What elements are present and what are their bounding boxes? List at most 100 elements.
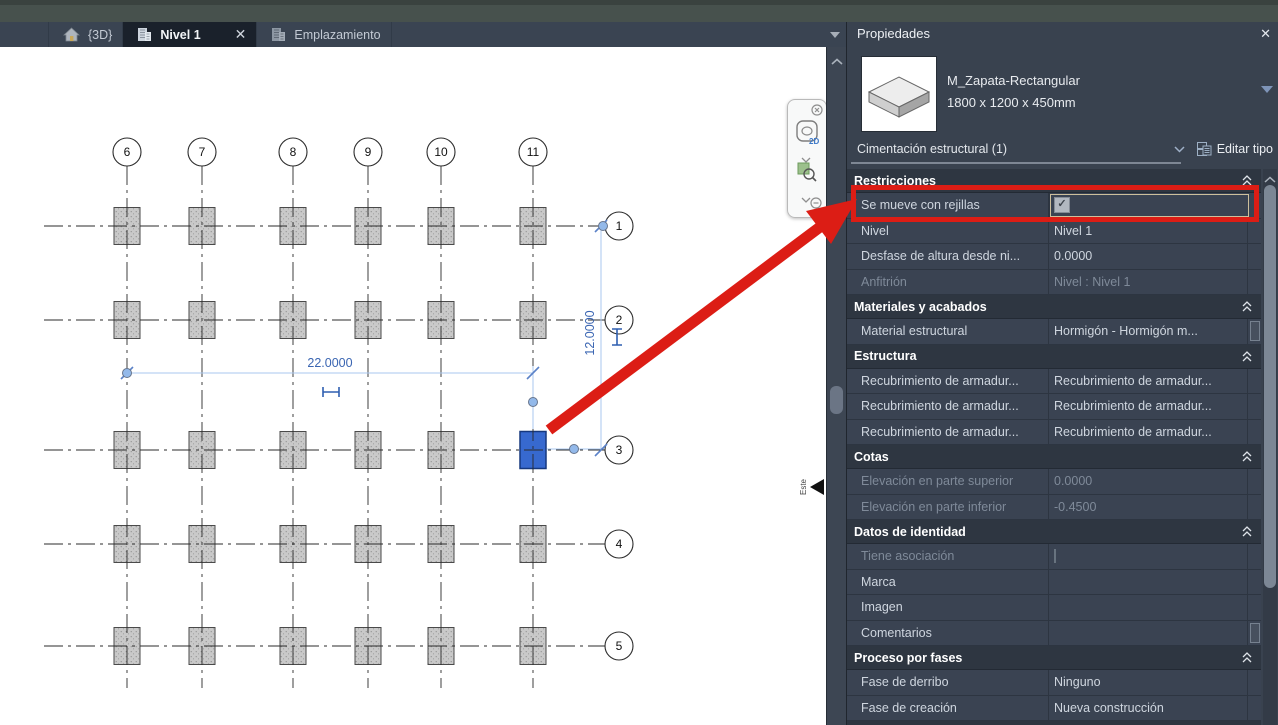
- steering-wheel-2d-icon[interactable]: 2D: [796, 120, 820, 151]
- edit-type-icon[interactable]: [1196, 141, 1212, 156]
- browse-button[interactable]: [1247, 620, 1261, 645]
- type-name: M_Zapata-Rectangular: [947, 73, 1080, 88]
- section-header-cotas[interactable]: Cotas: [847, 445, 1261, 469]
- property-label: Fase de creación: [847, 695, 1049, 720]
- type-selector-dropdown-icon[interactable]: [1261, 86, 1273, 93]
- collapse-chevrons-icon[interactable]: [1242, 350, 1252, 362]
- panel-close-icon[interactable]: ✕: [1260, 26, 1271, 42]
- row-end-cell: [1247, 244, 1261, 269]
- grid-bubble-label: 10: [434, 145, 448, 159]
- ribbon-bottom-strip: [0, 0, 1278, 22]
- drag-handle[interactable]: [528, 397, 538, 407]
- tab-list-chevron-icon[interactable]: [830, 32, 840, 38]
- property-value[interactable]: Hormigón - Hormigón m...: [1049, 324, 1247, 338]
- section-header-proceso-por-fases[interactable]: Proceso por fases: [847, 646, 1261, 670]
- dimension-text-horizontal[interactable]: 22.0000: [307, 356, 352, 370]
- category-selector[interactable]: Cimentación estructural (1): [857, 142, 1007, 156]
- collapse-chevrons-icon[interactable]: [1242, 652, 1252, 663]
- property-value: 0.0000: [1054, 474, 1093, 489]
- property-row-recubrimiento-de-armadur: Recubrimiento de armadur... Recubrimiento…: [847, 419, 1261, 445]
- home-icon: [63, 27, 80, 42]
- browse-button[interactable]: [1247, 319, 1261, 344]
- navbar-collapse-icon[interactable]: [810, 196, 822, 214]
- row-end-cell: [1247, 569, 1261, 594]
- property-label: Se mueve con rejillas: [847, 193, 1049, 218]
- grid-bubble-label: 1: [616, 219, 623, 233]
- selector-chevron-down-icon[interactable]: [1174, 142, 1185, 156]
- property-value[interactable]: 0.0000: [1049, 249, 1247, 263]
- row-end-cell: [1247, 595, 1261, 620]
- property-label: Recubrimiento de armadur...: [847, 368, 1049, 393]
- dimension-text-vertical[interactable]: 12.0000: [583, 310, 597, 355]
- properties-scrollbar[interactable]: [1263, 169, 1277, 725]
- grid-bubble-label: 3: [616, 443, 623, 457]
- scroll-up-icon[interactable]: [1264, 173, 1276, 183]
- canvas-scrollbar[interactable]: [826, 47, 847, 725]
- view-tab-emplazamiento[interactable]: Emplazamiento: [257, 22, 392, 47]
- view-tab-nivel-1[interactable]: Nivel 1 ✕: [123, 22, 258, 47]
- property-label: Recubrimiento de armadur...: [847, 419, 1049, 444]
- checkbox-field[interactable]: ✓: [1050, 194, 1249, 217]
- property-label: Fase de derribo: [847, 670, 1049, 695]
- collapse-chevrons-icon[interactable]: [1242, 301, 1252, 312]
- property-row-imagen: Imagen: [847, 595, 1261, 621]
- property-label: Material estructural: [847, 319, 1049, 344]
- row-end-cell: [1247, 368, 1261, 393]
- property-label: Anfitrión: [847, 269, 1049, 294]
- property-row-fase-de-creacion: Fase de creación Nueva construcción: [847, 695, 1261, 721]
- zoom-region-icon[interactable]: [797, 162, 817, 187]
- view-tab-3d[interactable]: {3D}: [48, 22, 124, 47]
- property-value[interactable]: Recubrimiento de armadur...: [1049, 399, 1247, 413]
- browse-button-face[interactable]: [1249, 321, 1260, 342]
- edit-type-button[interactable]: Editar tipo: [1217, 142, 1273, 156]
- collapse-chevrons-icon[interactable]: [1242, 175, 1252, 186]
- drawing-canvas[interactable]: 6 7 8 9 10 11 1 2 3 4 5 22.0000 12.0000 Este 2D: [0, 47, 847, 725]
- selector-divider: [851, 162, 1181, 164]
- property-value: Nivel : Nivel 1: [1054, 274, 1131, 289]
- property-value[interactable]: Nivel 1: [1049, 224, 1247, 238]
- footing-isometric-thumbnail: [867, 76, 931, 118]
- section-header-materiales-y-acabados[interactable]: Materiales y acabados: [847, 295, 1261, 319]
- navbar-close-icon[interactable]: [811, 103, 823, 121]
- row-end-cell: [1247, 494, 1261, 519]
- section-title: Materiales y acabados: [854, 299, 987, 314]
- drag-handle[interactable]: [598, 221, 608, 231]
- collapse-chevrons-icon[interactable]: [1242, 526, 1252, 537]
- section-header-estructura[interactable]: Estructura: [847, 344, 1261, 369]
- tab-close-icon[interactable]: ✕: [235, 26, 247, 43]
- grid-bubble-label: 4: [616, 537, 623, 551]
- collapse-chevrons-icon[interactable]: [1242, 451, 1252, 462]
- property-label: Elevación en parte superior: [847, 469, 1049, 494]
- drag-handle[interactable]: [569, 444, 579, 454]
- property-label: Recubrimiento de armadur...: [847, 394, 1049, 419]
- drag-handle[interactable]: [122, 368, 132, 378]
- section-header-parametros-ifc[interactable]: Parámetros IFC: [847, 721, 1261, 725]
- row-end-cell: [1247, 670, 1261, 695]
- view-tab-bar: {3D} Nivel 1 ✕ Emplazamiento: [0, 22, 846, 48]
- property-value[interactable]: Nueva construcción: [1049, 701, 1247, 715]
- plan-view-drawing[interactable]: 6 7 8 9 10 111234522.000012.0000Este: [0, 47, 846, 725]
- section-header-datos-de-identidad[interactable]: Datos de identidad: [847, 520, 1261, 544]
- section-title: Restricciones: [854, 173, 936, 188]
- property-label: Imagen: [847, 595, 1049, 620]
- scroll-up-icon[interactable]: [831, 53, 843, 65]
- property-row-marca: Marca: [847, 569, 1261, 595]
- property-row-nivel: Nivel Nivel 1: [847, 218, 1261, 244]
- tab-label: Nivel 1: [160, 27, 201, 42]
- property-value[interactable]: Ninguno: [1049, 675, 1247, 689]
- property-row-material-estructural: Material estructural Hormigón - Hormigón …: [847, 319, 1261, 345]
- property-label: Comentarios: [847, 620, 1049, 645]
- browse-button-face[interactable]: [1249, 622, 1260, 643]
- scrollbar-handle[interactable]: [830, 386, 843, 414]
- property-row-comentarios: Comentarios: [847, 620, 1261, 646]
- grid-bubble-label: 9: [365, 145, 372, 159]
- row-end-cell: [1247, 394, 1261, 419]
- type-size: 1800 x 1200 x 450mm: [947, 95, 1076, 110]
- dimension-anchor-icon[interactable]: [322, 387, 340, 397]
- elevation-marker-icon[interactable]: [810, 479, 824, 495]
- scrollbar-handle[interactable]: [1264, 185, 1276, 588]
- section-header-restricciones[interactable]: Restricciones: [847, 169, 1261, 193]
- checkbox-checked-icon[interactable]: ✓: [1054, 197, 1070, 214]
- property-value[interactable]: Recubrimiento de armadur...: [1049, 374, 1247, 388]
- property-value[interactable]: Recubrimiento de armadur...: [1049, 425, 1247, 439]
